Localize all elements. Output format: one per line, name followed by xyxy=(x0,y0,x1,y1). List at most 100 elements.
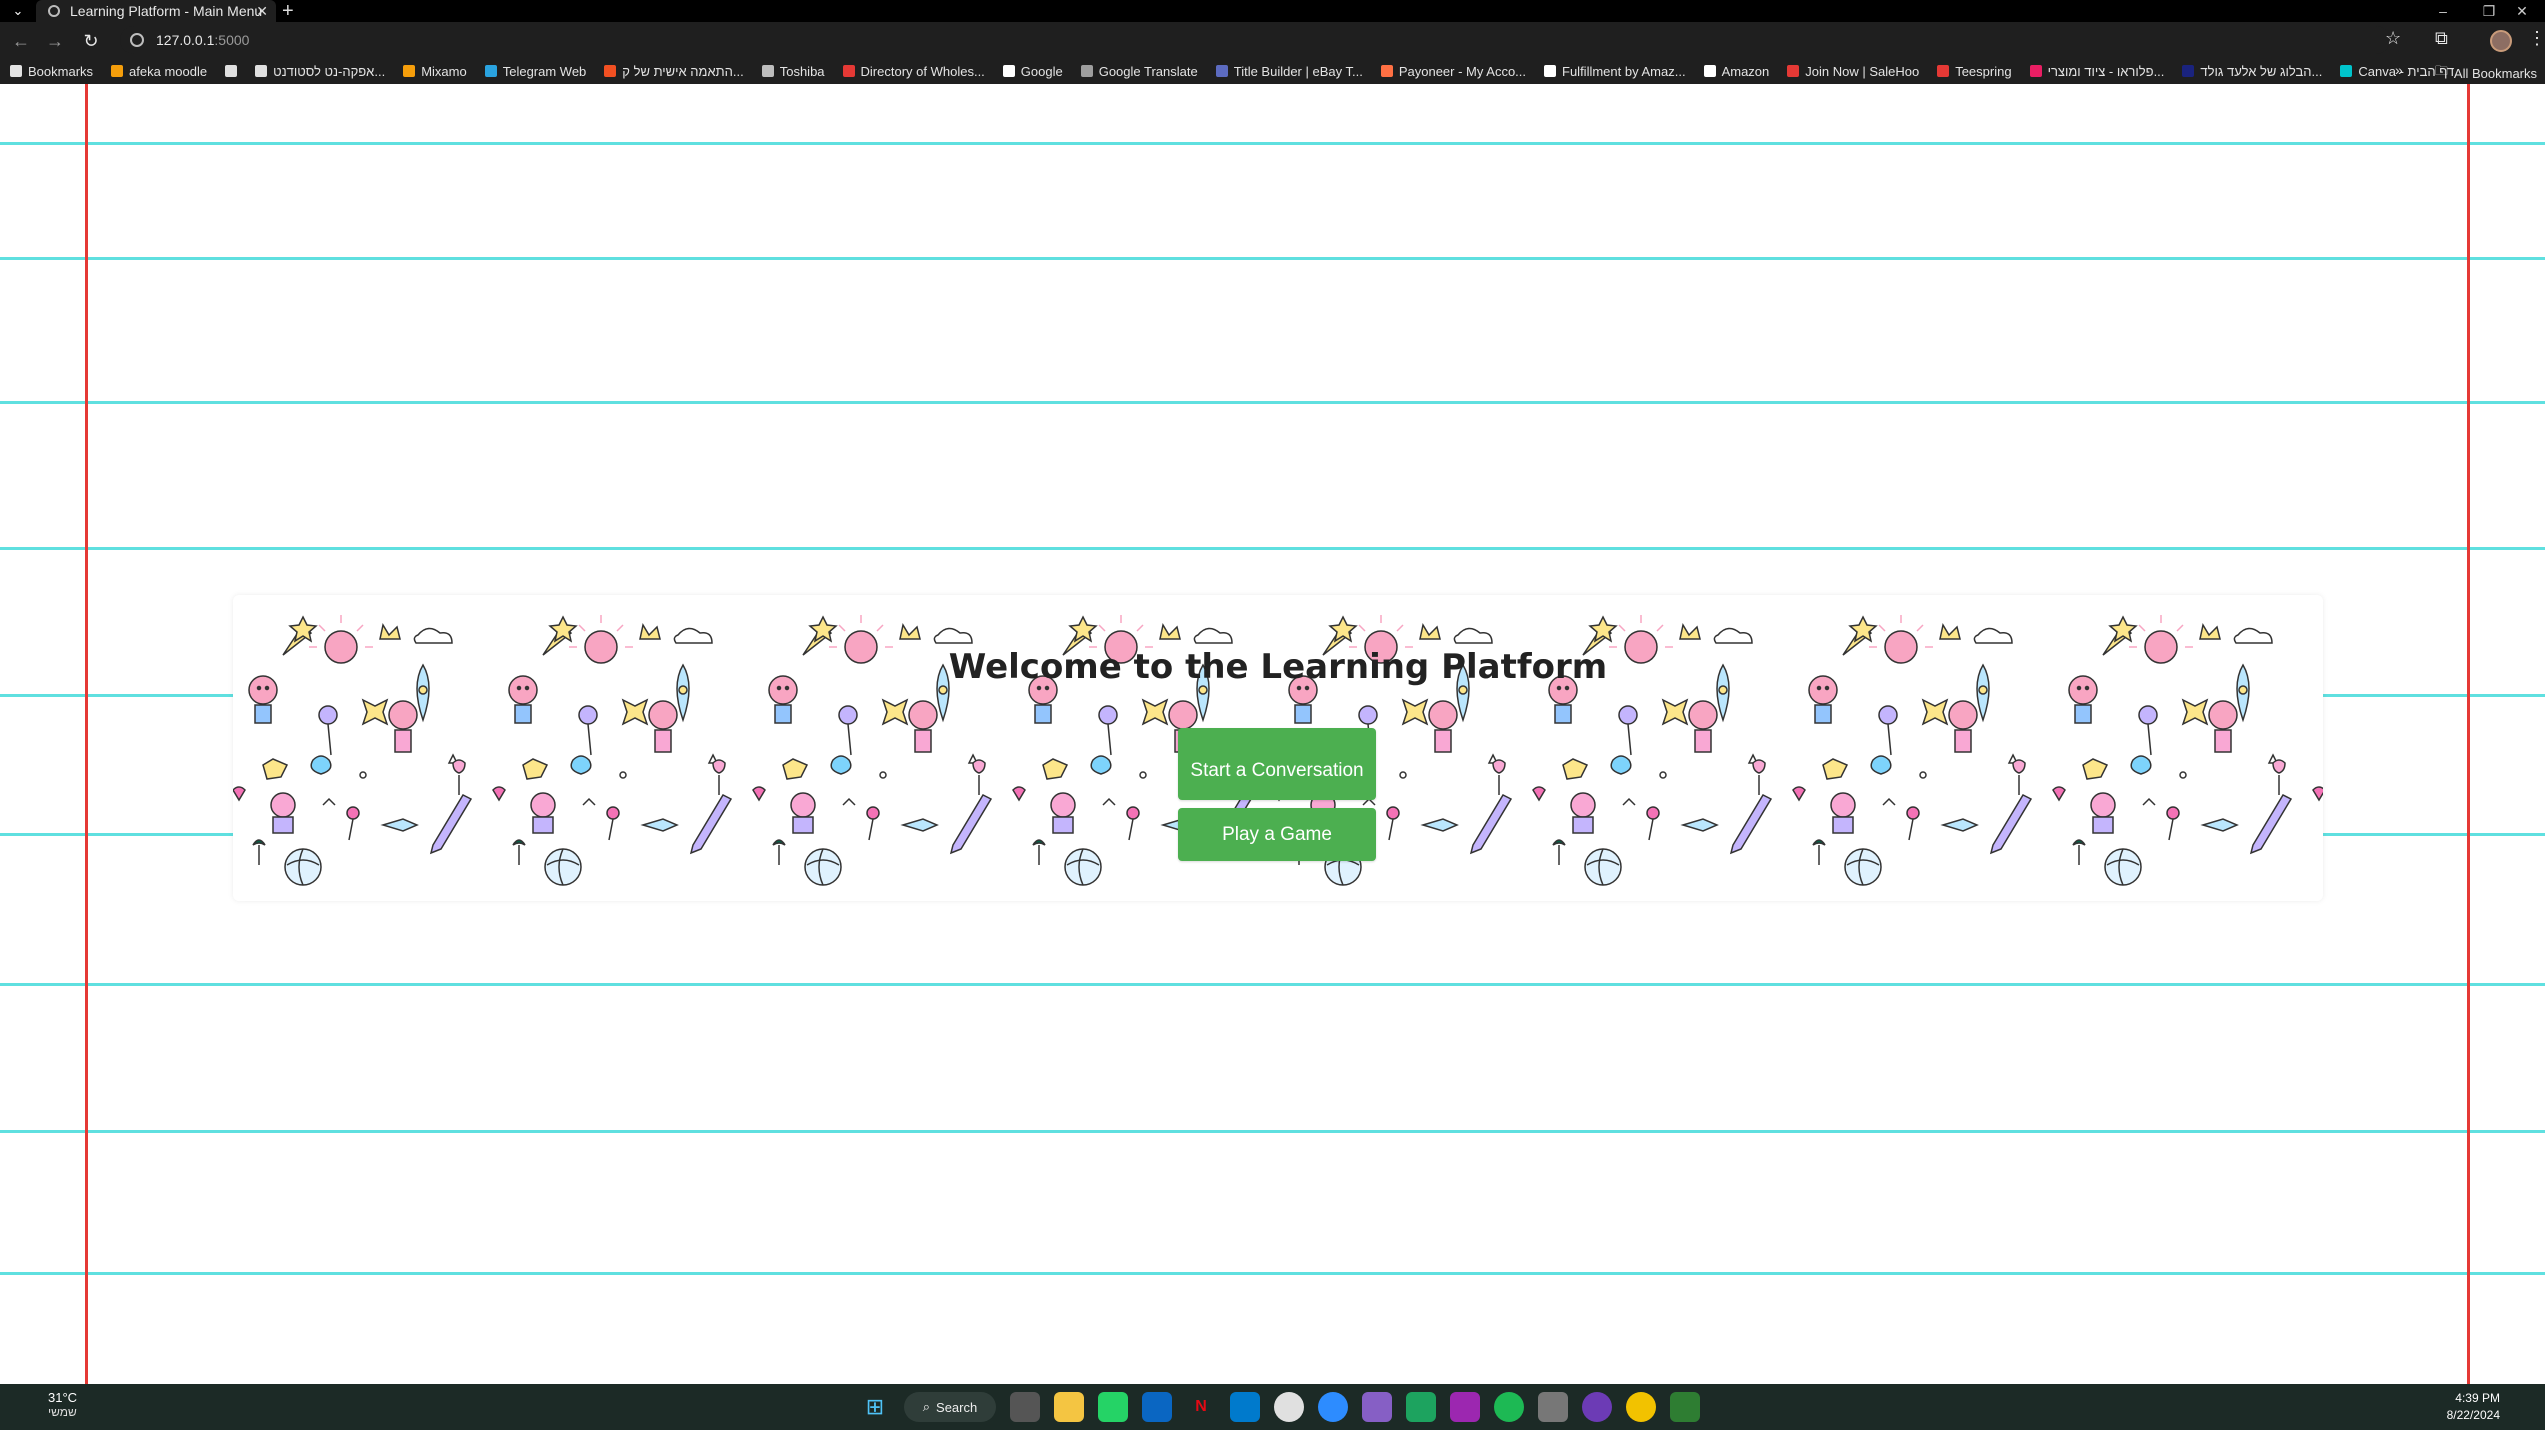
zoom-icon[interactable] xyxy=(1318,1392,1348,1422)
windows-start-icon[interactable]: ⊞ xyxy=(860,1392,890,1422)
bookmark-item[interactable]: התאמה אישית של ק... xyxy=(604,63,744,79)
browser-titlebar: ⌄ Learning Platform - Main Menu ✕ + – ❐ … xyxy=(0,0,2545,22)
github-desktop-icon[interactable] xyxy=(1582,1392,1612,1422)
bookmark-item[interactable]: אפקה-נט לסטודנט... xyxy=(255,64,385,79)
doodle-background-pattern xyxy=(1783,595,2043,901)
page-viewport: Welcome to the Learning Platform Start a… xyxy=(0,84,2545,1384)
browser-menu-icon[interactable]: ⋮ xyxy=(2528,28,2545,49)
globe-icon xyxy=(48,5,60,17)
netflix-icon[interactable]: N xyxy=(1186,1392,1216,1422)
visual-studio-icon[interactable] xyxy=(1362,1392,1392,1422)
translate-icon xyxy=(1080,65,1093,77)
teespring-icon xyxy=(1937,65,1950,77)
bookmark-item[interactable]: Title Builder | eBay T... xyxy=(1215,63,1363,79)
bookmark-label: התאמה אישית של ק... xyxy=(622,63,744,79)
forward-button[interactable]: → xyxy=(42,28,68,54)
taskbar-search[interactable]: ⌕ Search xyxy=(904,1392,996,1422)
all-bookmarks-button[interactable]: 🗀 All Bookmarks xyxy=(2435,62,2537,84)
ruled-line xyxy=(0,983,2545,986)
file-explorer-icon[interactable] xyxy=(1054,1392,1084,1422)
folder-icon xyxy=(761,65,774,77)
bookmark-item[interactable] xyxy=(225,65,238,77)
clock-time: 4:39 PM xyxy=(2455,1391,2500,1405)
tab-learning-platform[interactable]: Learning Platform - Main Menu ✕ xyxy=(36,0,276,22)
bookmark-label: פלוראו - ציוד ומוצרי... xyxy=(2047,63,2165,79)
windows-taskbar: 31°C שמשי ⊞ ⌕ Search N 4:39 PM 8/22/2024 xyxy=(0,1384,2545,1430)
meet-icon[interactable] xyxy=(1406,1392,1436,1422)
office-icon xyxy=(225,65,238,77)
play-game-button[interactable]: Play a Game xyxy=(1178,808,1376,861)
margin-line xyxy=(85,84,88,1384)
profile-avatar[interactable] xyxy=(2490,30,2512,52)
blog-icon xyxy=(2182,65,2195,77)
google-icon xyxy=(1002,65,1015,77)
bookmark-label: Title Builder | eBay T... xyxy=(1233,63,1363,79)
bookmark-item[interactable]: afeka moodle xyxy=(111,64,207,79)
bookmark-item[interactable]: Join Now | SaleHoo xyxy=(1787,64,1919,79)
search-label: Search xyxy=(936,1399,978,1415)
chrome-canary-icon[interactable] xyxy=(1626,1392,1656,1422)
star-icon xyxy=(10,65,22,77)
afeka-icon xyxy=(255,65,268,77)
bookmark-label: Google xyxy=(1020,63,1063,79)
microsoft-icon xyxy=(604,65,617,77)
folder-icon: 🗀 xyxy=(2434,63,2448,78)
tab-search-button[interactable]: ⌄ xyxy=(4,2,32,20)
unity-icon[interactable] xyxy=(1538,1392,1568,1422)
bookmark-label: Mixamo xyxy=(421,63,467,79)
more-bookmarks-icon[interactable]: » xyxy=(2395,62,2403,78)
chrome-icon[interactable] xyxy=(1274,1392,1304,1422)
site-info-icon[interactable] xyxy=(130,33,144,47)
bookmark-item[interactable]: Teespring xyxy=(1937,64,2012,79)
bookmark-star-icon[interactable]: ☆ xyxy=(2385,28,2401,49)
bookmark-item[interactable]: Amazon xyxy=(1703,64,1769,79)
ruled-line xyxy=(0,257,2545,260)
bookmark-item[interactable]: Google Translate xyxy=(1080,64,1198,79)
browser-toolbar: ← → ↻ 127.0.0.1:5000 ☆ ⧉ ⋮ xyxy=(0,22,2545,58)
bookmark-item[interactable]: הבלוג של אלעד גולד... xyxy=(2182,64,2322,79)
url-host: 127.0.0.1 xyxy=(156,32,215,48)
reload-button[interactable]: ↻ xyxy=(78,28,104,54)
bookmark-label: Join Now | SaleHoo xyxy=(1805,63,1920,79)
doodle-background-pattern xyxy=(2303,595,2323,901)
back-button[interactable]: ← xyxy=(8,28,34,54)
extensions-icon[interactable]: ⧉ xyxy=(2435,28,2448,49)
pycharm-icon[interactable] xyxy=(1670,1392,1700,1422)
bookmark-label: אפקה-נט לסטודנט... xyxy=(273,63,386,79)
margin-line xyxy=(2467,84,2470,1384)
new-tab-button[interactable]: + xyxy=(282,0,294,22)
bookmark-label: afeka moodle xyxy=(129,63,208,79)
bookmark-item[interactable]: Toshiba xyxy=(761,64,825,79)
jetbrains-icon[interactable] xyxy=(1450,1392,1480,1422)
search-icon: ⌕ xyxy=(922,1399,931,1414)
bookmark-label: Directory of Wholes... xyxy=(860,63,985,79)
all-bookmarks-label: All Bookmarks xyxy=(2453,65,2537,81)
bookmark-item[interactable]: פלוראו - ציוד ומוצרי... xyxy=(2029,63,2165,79)
close-tab-icon[interactable]: ✕ xyxy=(256,0,268,22)
tab-title: Learning Platform - Main Menu xyxy=(70,3,263,19)
ruled-line xyxy=(0,1130,2545,1133)
bookmark-item[interactable]: Fulfillment by Amaz... xyxy=(1544,64,1686,79)
task-view-icon[interactable] xyxy=(1010,1392,1040,1422)
whatsapp-icon[interactable] xyxy=(1098,1392,1128,1422)
minimize-button[interactable]: – xyxy=(2420,0,2466,22)
doodle-background-pattern xyxy=(2043,595,2303,901)
spotify-icon[interactable] xyxy=(1494,1392,1524,1422)
vscode-icon[interactable] xyxy=(1230,1392,1260,1422)
amazon-icon xyxy=(1703,65,1716,77)
bookmark-item[interactable]: Mixamo xyxy=(403,64,467,79)
telegram-icon xyxy=(484,65,497,77)
outlook-icon[interactable] xyxy=(1142,1392,1172,1422)
bookmark-label: Fulfillment by Amaz... xyxy=(1562,63,1686,79)
close-window-button[interactable]: ✕ xyxy=(2499,0,2545,22)
weather-widget[interactable]: 31°C שמשי xyxy=(16,1390,77,1419)
amazon-icon xyxy=(1544,65,1557,77)
bookmark-item[interactable]: Directory of Wholes... xyxy=(842,63,985,79)
bookmark-item[interactable]: Payoneer - My Acco... xyxy=(1380,64,1526,79)
address-bar[interactable]: 127.0.0.1:5000 xyxy=(120,26,2390,54)
bookmark-item[interactable]: Bookmarks xyxy=(10,64,93,79)
bookmark-item[interactable]: Telegram Web xyxy=(484,64,586,79)
start-conversation-button[interactable]: Start a Conversation xyxy=(1178,728,1376,800)
system-clock[interactable]: 4:39 PM 8/22/2024 xyxy=(2420,1390,2500,1424)
bookmark-item[interactable]: Google xyxy=(1002,63,1063,79)
